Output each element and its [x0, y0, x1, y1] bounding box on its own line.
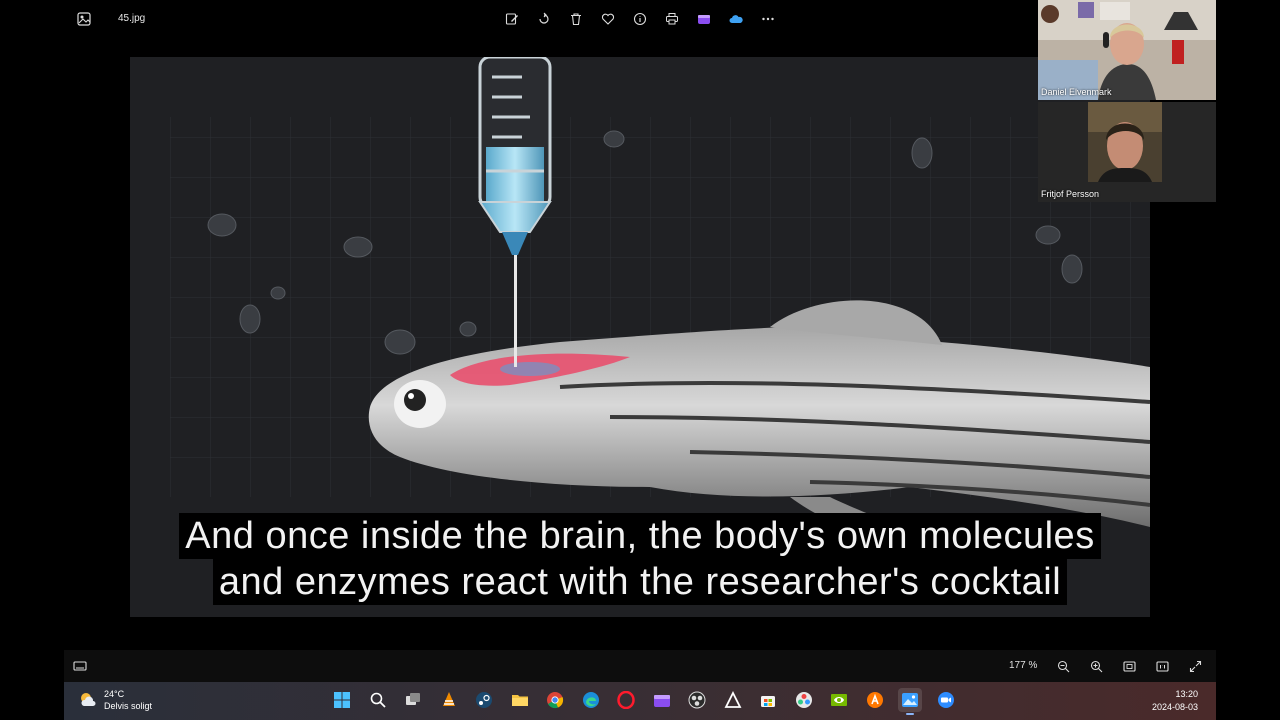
caption-line-2: and enzymes react with the researcher's …	[212, 559, 1068, 605]
photos-app-icon	[74, 9, 94, 29]
filmstrip-icon[interactable]	[72, 658, 88, 674]
weather-condition: Delvis soligt	[104, 701, 153, 711]
subtitle-caption: And once inside the brain, the body's ow…	[130, 513, 1150, 605]
print-icon[interactable]	[660, 7, 684, 31]
zoom-in-icon[interactable]	[1085, 655, 1107, 677]
image-viewer: And once inside the brain, the body's ow…	[130, 57, 1150, 617]
clock-date: 2024-08-03	[1151, 702, 1198, 712]
zoom-out-icon[interactable]	[1052, 655, 1074, 677]
more-icon[interactable]	[756, 7, 780, 31]
edge-icon[interactable]	[579, 688, 603, 712]
participant-tile-fritjof[interactable]: Fritjof Persson	[1038, 102, 1216, 202]
system-clock[interactable]: 13:20 2024-08-03	[1152, 688, 1198, 714]
search-icon[interactable]	[366, 688, 390, 712]
zoom-level: 177 %	[1009, 660, 1038, 671]
file-name: 45.jpg	[118, 13, 146, 24]
participant-video-fritjof	[1038, 102, 1216, 202]
avast-icon[interactable]	[863, 688, 887, 712]
opera-icon[interactable]	[614, 688, 638, 712]
participant-name: Fritjof Persson	[1041, 189, 1100, 199]
actual-size-icon[interactable]	[1151, 655, 1173, 677]
file-explorer-icon[interactable]	[508, 688, 532, 712]
photos-app-window: 45.jpg And once inside the brain, the bo…	[0, 0, 1280, 720]
steam-icon[interactable]	[472, 688, 496, 712]
obs-icon[interactable]	[685, 688, 709, 712]
weather-widget[interactable]: 24°C Delvis soligt	[78, 688, 152, 712]
caption-line-1: And once inside the brain, the body's ow…	[179, 513, 1101, 559]
clipchamp-icon[interactable]	[692, 7, 716, 31]
image-toolbar	[500, 7, 780, 31]
davinci-resolve-icon[interactable]	[792, 688, 816, 712]
favorite-icon[interactable]	[596, 7, 620, 31]
chrome-icon[interactable]	[543, 688, 567, 712]
microsoft-store-icon[interactable]	[756, 688, 780, 712]
zoom-icon[interactable]	[934, 688, 958, 712]
onedrive-icon[interactable]	[724, 7, 748, 31]
partly-sunny-icon	[81, 693, 96, 706]
task-view-icon[interactable]	[401, 688, 425, 712]
full-screen-icon[interactable]	[1184, 655, 1206, 677]
clock-time: 13:20	[1175, 689, 1198, 699]
windows-start-icon[interactable]	[330, 688, 354, 712]
participant-video-daniel	[1038, 0, 1216, 100]
rotate-icon[interactable]	[532, 7, 556, 31]
weather-temperature: 24°C	[104, 689, 125, 699]
unity-icon[interactable]	[721, 688, 745, 712]
edit-image-icon[interactable]	[500, 7, 524, 31]
photos-icon[interactable]	[898, 688, 922, 715]
clipchamp-taskbar-icon[interactable]	[650, 688, 674, 712]
nvidia-icon[interactable]	[827, 688, 851, 712]
fit-to-window-icon[interactable]	[1118, 655, 1140, 677]
taskbar-apps	[330, 688, 958, 715]
viewer-status-bar: 177 %	[64, 650, 1216, 682]
participant-tile-daniel[interactable]: Daniel Elvenmark	[1038, 0, 1216, 100]
participant-name: Daniel Elvenmark	[1041, 87, 1112, 97]
vlc-icon[interactable]	[437, 688, 461, 712]
delete-icon[interactable]	[564, 7, 588, 31]
zoom-controls	[1052, 655, 1206, 677]
windows-taskbar: 24°C Delvis soligt 13:20 2024-08-03	[64, 682, 1216, 720]
info-icon[interactable]	[628, 7, 652, 31]
title-bar: 45.jpg	[64, 0, 1038, 38]
